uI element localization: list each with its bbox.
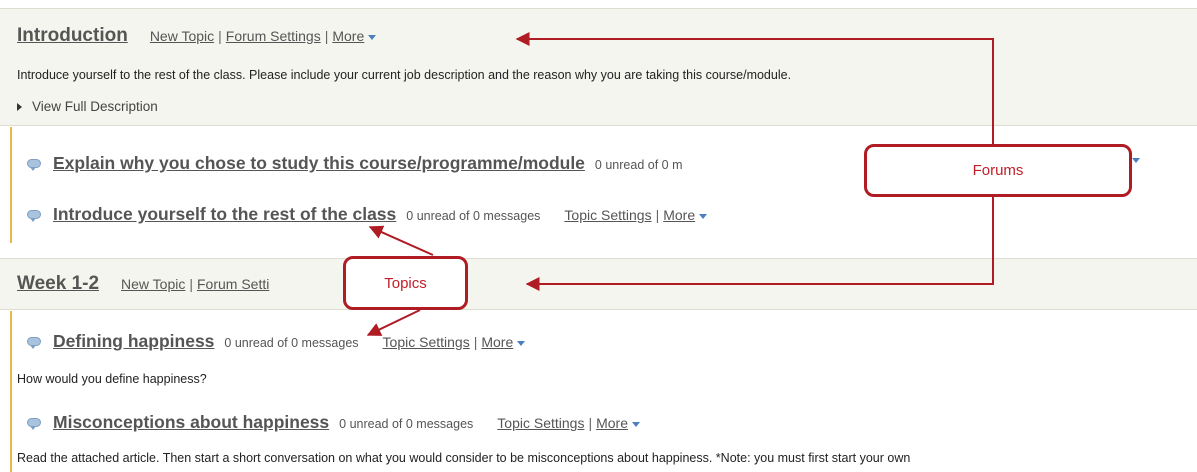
chevron-down-icon[interactable] [1132,158,1140,163]
topics-list-week-1-2 [10,311,12,472]
topic-title-link[interactable]: Misconceptions about happiness [53,412,329,433]
topic-settings-link[interactable]: Topic Settings [564,207,651,223]
topic-title-link[interactable]: Introduce yourself to the rest of the cl… [53,204,396,225]
separator: | [218,28,222,44]
unread-count: 0 unread of 0 messages [224,336,359,350]
chevron-down-icon[interactable] [699,213,708,219]
topic-row: Explain why you chose to study this cour… [27,153,706,174]
unread-count: 0 unread of 0 messages [339,417,474,431]
topic-title-link[interactable]: Explain why you chose to study this cour… [53,153,585,174]
separator: | [588,415,593,431]
topic-settings-link[interactable]: Topic Settings [383,334,470,350]
topics-arrow [368,225,434,256]
discussion-bubble-icon [27,210,41,222]
forum-links: New Topic | Forum Setti [121,276,269,292]
new-topic-link[interactable]: New Topic [121,276,185,292]
chevron-down-icon[interactable] [368,34,377,40]
separator: | [189,276,193,292]
view-full-description-toggle[interactable]: View Full Description [17,99,158,114]
topic-title-link[interactable]: Defining happiness [53,331,214,352]
topic-row: Misconceptions about happiness 0 unread … [27,412,640,433]
topics-list-introduction [10,127,12,243]
forum-title-introduction[interactable]: Introduction [17,25,128,47]
forum-header: Introduction New Topic | Forum Settings | Mo… [17,25,377,47]
topic-row: Introduce yourself to the rest of the cl… [27,204,708,225]
forum-settings-link[interactable]: Forum Setti [197,276,269,292]
discussion-bubble-icon [27,337,41,349]
topic-description: Read the attached article. Then start a … [17,451,911,465]
chevron-down-icon[interactable] [632,421,640,427]
separator: | [324,28,329,44]
more-link[interactable]: More [596,415,628,431]
more-link[interactable]: More [332,28,364,44]
view-full-description-label: View Full Description [32,99,158,114]
topic-links: Topic Settings | More [383,334,526,350]
discussion-bubble-icon [27,159,41,171]
forum-panel-week-1-2: Week 1-2 New Topic | Forum Setti [0,258,1197,310]
unread-count: 0 unread of 0 messages [406,209,541,223]
topic-links: Topic Settings | More [564,207,708,223]
topic-settings-link[interactable]: Topic Settings [497,415,584,431]
more-link[interactable]: More [663,207,695,223]
new-topic-link[interactable]: New Topic [150,28,214,44]
triangle-right-icon [17,102,22,111]
topic-links: Topic Settings | More [497,415,640,431]
topic-description: How would you define happiness? [17,372,207,386]
forum-description: Introduce yourself to the rest of the cl… [17,68,792,82]
more-link[interactable]: More [481,334,513,350]
forum-links: New Topic | Forum Settings | More [150,28,377,44]
forums-callout: Forums [864,144,1132,197]
forum-title-week-1-2[interactable]: Week 1-2 [17,273,99,295]
separator: | [473,334,478,350]
topic-row: Defining happiness 0 unread of 0 message… [27,331,526,352]
forum-header: Week 1-2 New Topic | Forum Setti [17,273,269,295]
discussion-bubble-icon [27,418,41,430]
forum-panel-introduction: Introduction New Topic | Forum Settings | Mo… [0,8,1197,126]
forum-settings-link[interactable]: Forum Settings [226,28,321,44]
separator: | [655,207,660,223]
topics-callout: Topics [343,256,468,310]
chevron-down-icon[interactable] [517,340,526,346]
unread-count: 0 unread of 0 m [594,158,683,172]
